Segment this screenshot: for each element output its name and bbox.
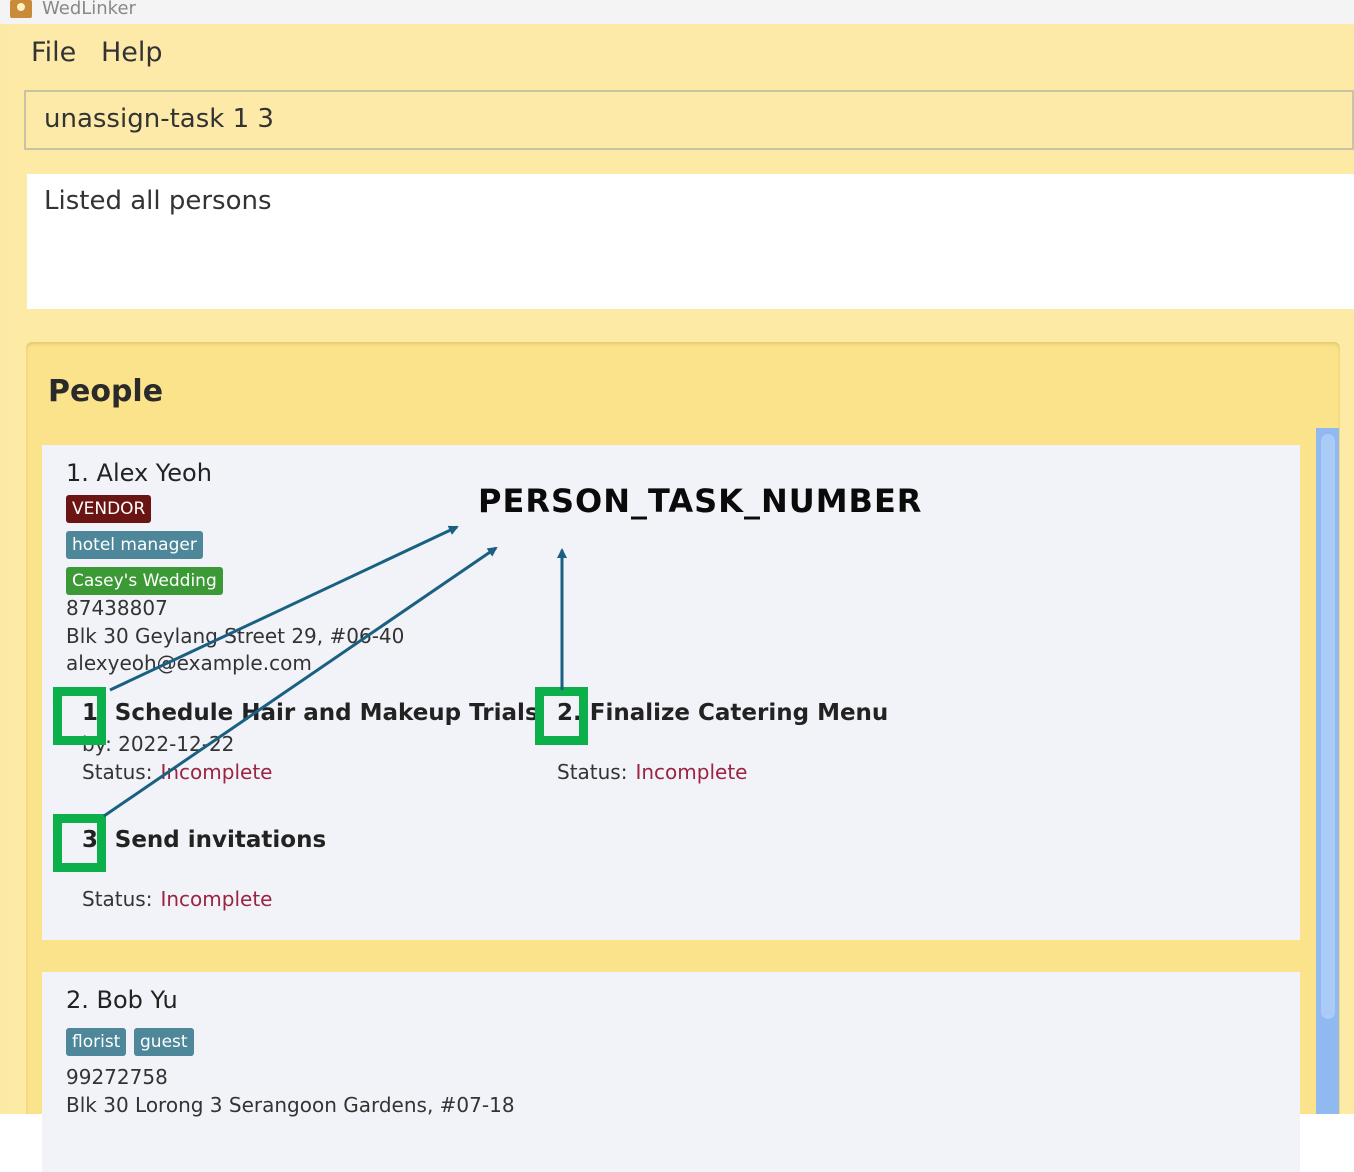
title-bar: WedLinker [0, 0, 1354, 25]
window-border [0, 24, 7, 1114]
command-input[interactable]: unassign-task 1 3 [24, 90, 1354, 150]
status-label: Status: [82, 887, 153, 911]
person-address: Blk 30 Lorong 3 Serangoon Gardens, #07-1… [66, 1093, 515, 1117]
task-status: Status: Incomplete [82, 760, 272, 784]
status-value: Incomplete [635, 760, 748, 784]
task-title: 3. Send invitations [82, 827, 327, 853]
person-name: 1. Alex Yeoh [66, 459, 212, 487]
tag-role: florist [66, 1028, 127, 1056]
people-panel: People 1. Alex Yeoh VENDOR hotel manager… [26, 342, 1340, 1172]
app-icon [10, 0, 32, 18]
people-title: People [48, 374, 164, 409]
status-label: Status: [82, 760, 153, 784]
app-title: WedLinker [42, 0, 136, 19]
scrollbar-thumb[interactable] [1321, 434, 1335, 1019]
person-address: Blk 30 Geylang Street 29, #06-40 [66, 624, 405, 648]
status-label: Status: [557, 760, 628, 784]
highlight-box [53, 814, 106, 872]
tag-role: hotel manager [66, 531, 203, 559]
highlight-box [535, 687, 588, 745]
tag-role: guest [134, 1028, 194, 1056]
status-value: Incomplete [160, 887, 273, 911]
tag-vendor: VENDOR [66, 495, 152, 523]
person-phone: 99272758 [66, 1065, 168, 1089]
person-card[interactable]: 2. Bob Yu florist guest 99272758 Blk 30 … [42, 972, 1300, 1172]
menu-help[interactable]: Help [101, 37, 163, 68]
person-name: 2. Bob Yu [66, 986, 178, 1014]
result-display: Listed all persons [27, 174, 1354, 309]
status-value: Incomplete [160, 760, 273, 784]
task-title: 2. Finalize Catering Menu [557, 700, 889, 726]
menu-bar: File Help [7, 24, 1354, 82]
annotation-label: PERSON_TASK_NUMBER [478, 482, 923, 520]
highlight-box [53, 687, 106, 745]
task-title: 1. Schedule Hair and Makeup Trials [82, 700, 539, 726]
task-status: Status: Incomplete [557, 760, 747, 784]
menu-file[interactable]: File [31, 37, 76, 68]
tag-wedding: Casey's Wedding [66, 567, 223, 595]
person-phone: 87438807 [66, 596, 168, 620]
task-status: Status: Incomplete [82, 887, 272, 911]
main-window: File Help unassign-task 1 3 Listed all p… [7, 24, 1354, 1172]
person-email: alexyeoh@example.com [66, 651, 312, 675]
